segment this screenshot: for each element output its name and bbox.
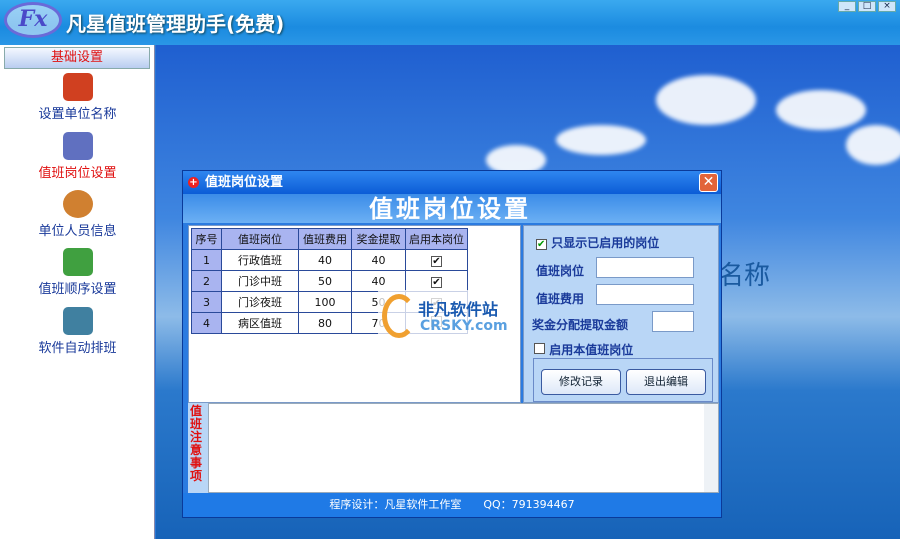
col-enabled: 启用本岗位 <box>405 228 468 250</box>
notes-label: 值班注意事项 <box>190 404 203 483</box>
sidebar-item-unit-name[interactable]: 设置单位名称 <box>0 73 155 122</box>
watermark-logo-icon <box>382 294 416 338</box>
money-icon <box>62 248 93 276</box>
dialog-close-button[interactable]: ✕ <box>699 173 718 192</box>
table-row[interactable]: 1 行政值班 40 40 ✔ <box>191 249 468 271</box>
button-group: 修改记录 退出编辑 <box>533 358 713 402</box>
enable-post-option[interactable]: 启用本值班岗位 <box>534 341 633 358</box>
col-index: 序号 <box>191 228 222 250</box>
server-icon <box>62 307 93 335</box>
app-logo: Fx <box>4 2 62 38</box>
bonus-label: 奖金分配提取金额 <box>532 318 629 332</box>
sidebar-header[interactable]: 基础设置 <box>4 47 150 69</box>
fee-label: 值班费用 <box>536 292 585 306</box>
enable-post-checkbox[interactable] <box>534 343 545 354</box>
col-bonus: 奖金提取 <box>351 228 406 250</box>
col-fee: 值班费用 <box>298 228 352 250</box>
background-unit-name-text: 名称 <box>718 261 771 291</box>
close-app-button[interactable]: × <box>878 1 896 12</box>
sidebar-item-duty-order[interactable]: 值班顺序设置 <box>0 248 155 297</box>
col-post: 值班岗位 <box>221 228 299 250</box>
users-icon <box>62 190 93 218</box>
sidebar: 基础设置 设置单位名称 值班岗位设置 单位人员信息 值班顺序设置 软件自动排班 <box>0 45 155 539</box>
enabled-checkbox[interactable]: ✔ <box>431 276 442 288</box>
post-label: 值班岗位 <box>536 264 585 278</box>
table-row[interactable]: 2 门诊中班 50 40 ✔ <box>191 270 468 292</box>
dialog-title: 值班岗位设置 <box>205 175 284 190</box>
fee-input[interactable] <box>596 284 694 305</box>
notes-scrollbar[interactable] <box>704 404 718 492</box>
modify-record-button[interactable]: 修改记录 <box>541 369 621 395</box>
minimize-button[interactable]: _ <box>838 1 856 12</box>
app-icon: + <box>188 177 199 188</box>
app-title: 凡星值班管理助手(免费) <box>66 12 285 36</box>
only-enabled-option[interactable]: ✔ 只显示已启用的岗位 <box>536 234 659 251</box>
edit-panel: ✔ 只显示已启用的岗位 值班岗位 值班费用 奖金分配提取金额 启用本值班岗位 修… <box>523 225 719 403</box>
notes-textarea[interactable] <box>208 403 719 493</box>
house-icon <box>62 73 93 101</box>
sidebar-item-post-settings[interactable]: 值班岗位设置 <box>0 132 155 181</box>
dialog-header: 值班岗位设置 <box>183 194 721 223</box>
app-titlebar: Fx 凡星值班管理助手(免费) _ □ × <box>0 0 900 45</box>
post-input[interactable] <box>596 257 694 278</box>
window-controls: _ □ × <box>838 1 896 12</box>
bonus-input[interactable] <box>652 311 694 332</box>
building-icon <box>62 132 93 160</box>
maximize-button[interactable]: □ <box>858 1 876 12</box>
watermark: 非凡软件站 CRSKY.com <box>378 290 520 342</box>
exit-edit-button[interactable]: 退出编辑 <box>626 369 706 395</box>
notes-section: 值班注意事项 <box>188 403 719 493</box>
dialog-titlebar: + 值班岗位设置 ✕ <box>183 171 721 194</box>
post-settings-dialog: + 值班岗位设置 ✕ 值班岗位设置 序号 值班岗位 值班费用 奖金提取 启用本岗… <box>182 170 722 518</box>
enabled-checkbox[interactable]: ✔ <box>431 255 442 267</box>
sidebar-item-auto-schedule[interactable]: 软件自动排班 <box>0 307 155 356</box>
only-enabled-checkbox[interactable]: ✔ <box>536 239 547 250</box>
sidebar-item-staff-info[interactable]: 单位人员信息 <box>0 190 155 239</box>
dialog-footer: 程序设计：凡星软件工作室 QQ：791394467 <box>183 493 721 517</box>
